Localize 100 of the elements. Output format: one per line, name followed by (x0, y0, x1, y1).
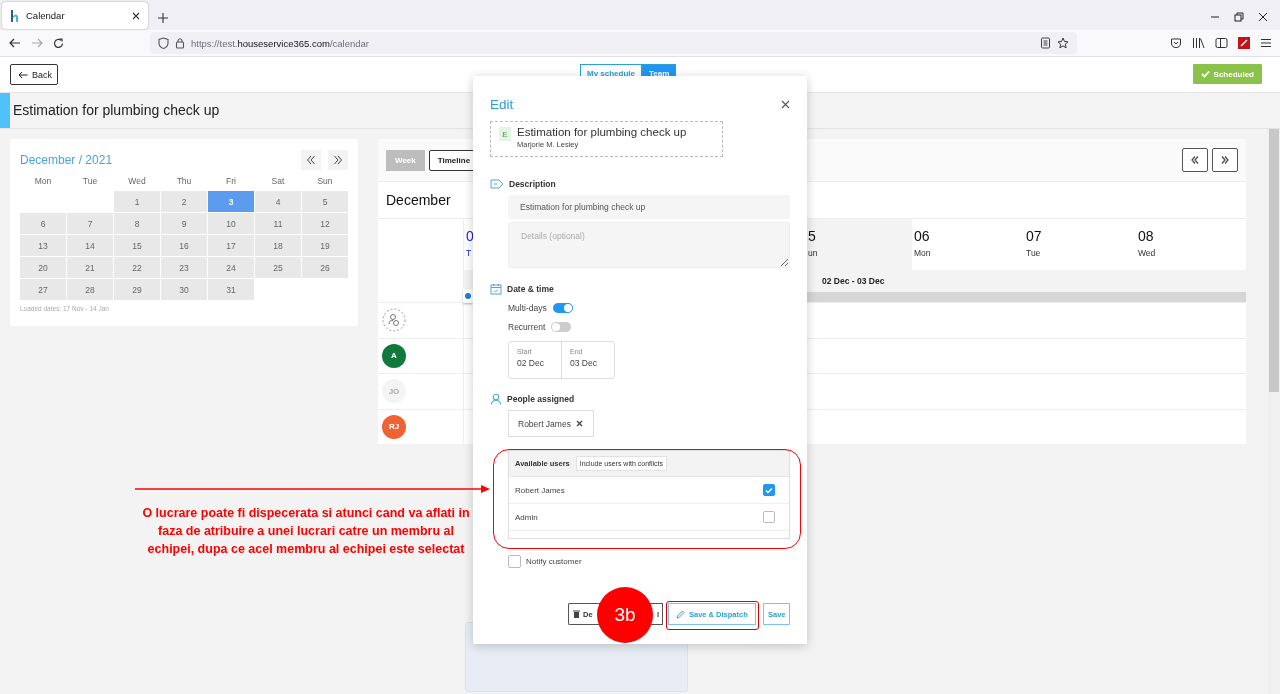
extension-icon[interactable] (1238, 37, 1250, 49)
sidebar-icon[interactable] (1215, 37, 1228, 49)
drag-handle[interactable] (463, 289, 473, 303)
pocket-icon[interactable] (1170, 37, 1182, 49)
check-icon (1200, 70, 1210, 78)
weekday-label: Tue (1026, 248, 1041, 258)
day-cell[interactable]: 14 (67, 235, 113, 256)
checkbox[interactable] (508, 555, 521, 568)
day-cell[interactable]: 3 (208, 191, 254, 212)
checkbox[interactable] (763, 484, 775, 496)
browser-tab[interactable]: Calendar (2, 2, 148, 29)
double-chevron-right-icon (333, 155, 343, 165)
day-cell[interactable]: 4 (255, 191, 301, 212)
day-cell[interactable]: 16 (161, 235, 207, 256)
day-cell[interactable]: 11 (255, 213, 301, 234)
day-cell[interactable]: 15 (114, 235, 160, 256)
avatar: JO (382, 379, 406, 404)
section-label: People assigned (507, 394, 575, 404)
next-button[interactable] (328, 150, 348, 170)
weekday-label: T (466, 248, 472, 258)
assignee-chip[interactable]: Robert James (508, 410, 594, 437)
day-cell[interactable]: 20 (20, 257, 66, 278)
day-cell[interactable]: 2 (161, 191, 207, 212)
weekday-label: Mon (33, 176, 53, 188)
day-cell[interactable]: 7 (67, 213, 113, 234)
day-cell[interactable]: 17 (208, 235, 254, 256)
day-cell[interactable]: 5 (302, 191, 348, 212)
weekday-label: Sun (316, 176, 334, 188)
toggle-switch[interactable] (552, 302, 573, 313)
star-icon[interactable] (1057, 37, 1069, 49)
checkbox[interactable] (763, 511, 775, 523)
arrow-left-icon (18, 70, 28, 79)
day-cell[interactable]: 6 (20, 213, 66, 234)
menu-icon[interactable] (1260, 37, 1272, 49)
day-number: 5 (808, 228, 816, 244)
user-name: Admin (515, 512, 538, 522)
double-chevron-right-icon (1220, 155, 1230, 165)
logo-icon (10, 9, 20, 22)
annotation-text: O lucrare poate fi dispecerata si atunci cand va aflati in faza de atribuire a unei lucrari catre un membru al echipei, dupa ce acel membru al echipei este selectat (141, 505, 471, 558)
day-cell[interactable]: 18 (255, 235, 301, 256)
close-icon[interactable] (132, 11, 140, 20)
restore-icon[interactable] (1234, 12, 1244, 22)
reader-icon[interactable] (1040, 37, 1051, 49)
back-button[interactable]: Back (10, 64, 58, 85)
trash-icon (573, 610, 580, 618)
address-bar[interactable]: https://test.houseservice365.com/calendar (150, 32, 1077, 54)
day-cell[interactable]: 21 (67, 257, 113, 278)
day-number: 06 (914, 228, 930, 244)
day-cell[interactable]: 8 (114, 213, 160, 234)
day-cell[interactable]: 26 (302, 257, 348, 278)
checkbox-label: Notify customer (526, 557, 582, 566)
day-cell[interactable]: 24 (208, 257, 254, 278)
day-cell[interactable]: 9 (161, 213, 207, 234)
shield-icon (158, 37, 169, 49)
day-cell[interactable]: 30 (161, 279, 207, 300)
month-title: December / 2021 (20, 153, 114, 167)
previous-button[interactable] (301, 150, 321, 170)
day-cell[interactable]: 12 (302, 213, 348, 234)
calendar-icon (490, 283, 502, 295)
remove-icon[interactable] (575, 420, 583, 427)
field-value: 02 Dec (517, 358, 545, 368)
previous-button[interactable] (1182, 148, 1208, 172)
user-name: Robert James (515, 485, 565, 495)
weekday-label: Fri (225, 176, 237, 188)
back-icon[interactable] (9, 38, 21, 48)
reload-icon[interactable] (53, 37, 64, 49)
day-cell[interactable]: 10 (208, 213, 254, 234)
weekday-label: Sat (270, 176, 286, 188)
dot-icon (465, 293, 471, 299)
weekday-label: Tue (81, 176, 99, 188)
day-cell[interactable]: 31 (208, 279, 254, 300)
accent-strip (0, 93, 10, 128)
day-cell[interactable]: 13 (20, 235, 66, 256)
weekday-label: un (808, 248, 818, 258)
job-badge: E (499, 127, 511, 141)
day-cell[interactable]: 19 (302, 235, 348, 256)
details-field[interactable]: Details (optional) (508, 222, 790, 268)
day-number: 07 (1026, 228, 1042, 244)
close-icon[interactable] (1258, 12, 1268, 22)
weekday-label: Wed (1138, 248, 1156, 258)
close-icon (781, 99, 790, 109)
day-cell[interactable]: 29 (114, 279, 160, 300)
day-cell[interactable]: 23 (161, 257, 207, 278)
next-button[interactable] (1212, 148, 1238, 172)
field-value: 03 Dec (570, 358, 598, 368)
close-button[interactable] (781, 99, 790, 109)
toggle-label: Multi-days (508, 302, 547, 313)
pen-icon (676, 609, 685, 619)
day-cell[interactable]: 1 (114, 191, 160, 212)
toggle-switch[interactable] (551, 321, 572, 332)
day-cell[interactable]: 25 (255, 257, 301, 278)
library-icon[interactable] (1192, 37, 1205, 49)
plus-icon[interactable] (158, 13, 168, 23)
day-cell[interactable]: 27 (20, 279, 66, 300)
double-chevron-left-icon (306, 155, 316, 165)
avatar: RJ (382, 414, 406, 439)
day-cell[interactable]: 22 (114, 257, 160, 278)
day-cell[interactable]: 28 (67, 279, 113, 300)
person-icon (490, 393, 502, 405)
description-field[interactable]: Estimation for plumbing check up (508, 195, 790, 219)
